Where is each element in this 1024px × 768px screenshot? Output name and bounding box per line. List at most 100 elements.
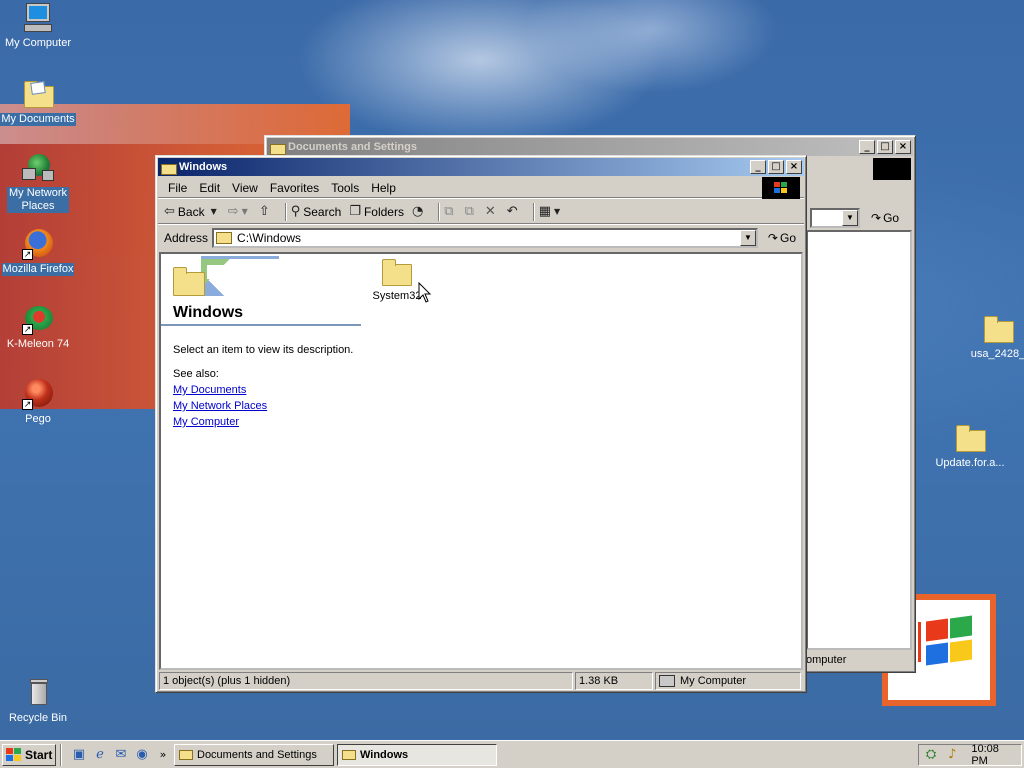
desktop-icon-recycle-bin[interactable]: Recycle Bin — [0, 677, 76, 725]
address-bar: Address C:\Windows ▼ ↷ Go — [158, 226, 804, 250]
address-label: Address — [164, 231, 209, 245]
titlebar[interactable]: Documents and Settings _ □ × — [267, 138, 913, 156]
go-button[interactable]: ↷ Go — [871, 211, 899, 225]
menu-help[interactable]: Help — [365, 181, 402, 195]
desktop-icon-label: usa_2428_ — [970, 348, 1024, 360]
folder-icon — [954, 422, 986, 454]
documents-folder-icon — [22, 78, 54, 110]
delete-button[interactable]: ✕ — [485, 204, 499, 219]
shortcut-arrow-icon: ↗ — [22, 249, 33, 260]
outlook-express-icon[interactable]: ✉ — [113, 747, 129, 763]
maximize-button[interactable]: □ — [877, 140, 893, 154]
titlebar[interactable]: Windows _ □ × — [158, 158, 804, 176]
maximize-button[interactable]: □ — [768, 160, 784, 174]
sidebar-header: Windows — [161, 254, 361, 326]
desktop-icon-label: Mozilla Firefox — [1, 263, 75, 276]
clock[interactable]: 10:08 PM — [971, 743, 1013, 767]
desktop-icon-update-folder[interactable]: Update.for.a... — [932, 422, 1008, 470]
desktop-icon-mozilla-firefox[interactable]: ↗ Mozilla Firefox — [0, 228, 76, 276]
folders-icon: ❐ — [349, 204, 361, 219]
folder-icon — [342, 749, 356, 760]
windows-flag-icon — [873, 158, 911, 180]
status-location: My Computer — [655, 672, 801, 690]
chevron-more-icon[interactable]: » — [155, 747, 171, 763]
start-button[interactable]: Start — [2, 743, 56, 766]
folder-icon — [161, 162, 177, 175]
undo-icon: ↶ — [506, 204, 518, 219]
forward-button[interactable]: ⇨ ▼ — [228, 204, 251, 219]
desktop-icon-my-network-places[interactable]: My Network Places — [0, 152, 76, 213]
computer-icon — [22, 2, 54, 34]
task-windows[interactable]: Windows — [337, 743, 497, 766]
file-view[interactable] — [806, 230, 912, 650]
folder-icon — [380, 256, 414, 286]
internet-explorer-icon[interactable]: ℯ — [92, 747, 108, 763]
link-my-computer[interactable]: My Computer — [173, 416, 363, 428]
window-title: Documents and Settings — [288, 141, 417, 153]
address-input[interactable]: C:\Windows ▼ — [212, 228, 758, 248]
address-input[interactable]: ▼ — [810, 208, 860, 228]
desktop-icon-pego[interactable]: ↗ Pego — [0, 378, 76, 426]
window-title: Windows — [179, 161, 228, 173]
chevron-down-icon[interactable]: ▼ — [242, 207, 248, 216]
folder-icon — [179, 749, 193, 760]
menu-tools[interactable]: Tools — [325, 181, 365, 195]
task-documents-and-settings[interactable]: Documents and Settings — [174, 743, 334, 766]
history-button[interactable]: ◔ — [412, 204, 426, 219]
network-tray-icon[interactable]: ⛭ — [924, 747, 938, 763]
desktop-icon-label: My Network Places — [7, 187, 69, 213]
shortcut-arrow-icon: ↗ — [22, 324, 33, 335]
move-to-button[interactable]: ⧉ — [444, 204, 456, 219]
views-button[interactable]: ▦ ▼ — [539, 204, 563, 219]
chevron-down-icon[interactable]: ▼ — [211, 207, 217, 216]
copy-to-button[interactable]: ⧉ — [465, 204, 477, 219]
menu-bar: File Edit View Favorites Tools Help — [158, 177, 804, 199]
link-my-network-places[interactable]: My Network Places — [173, 400, 363, 412]
shortcut-arrow-icon: ↗ — [22, 399, 33, 410]
minimize-button[interactable]: _ — [859, 140, 875, 154]
go-button[interactable]: ↷ Go — [768, 231, 796, 245]
menu-edit[interactable]: Edit — [193, 181, 226, 195]
taskbar-separator — [60, 743, 62, 766]
window-windows[interactable]: Windows _ □ × File Edit View Favorites T… — [155, 155, 807, 693]
chevron-down-icon[interactable]: ▼ — [554, 207, 560, 216]
close-button[interactable]: × — [895, 140, 911, 154]
system-tray: ⛭ ♪ 10:08 PM — [918, 743, 1022, 767]
file-view[interactable]: Windows Select an item to view its descr… — [159, 252, 803, 670]
up-folder-button[interactable]: ⇧ — [259, 204, 273, 219]
close-button[interactable]: × — [786, 160, 802, 174]
link-my-documents[interactable]: My Documents — [173, 384, 363, 396]
media-icon[interactable]: ◉ — [134, 747, 150, 763]
volume-tray-icon[interactable]: ♪ — [945, 747, 959, 763]
chevron-down-icon[interactable]: ▼ — [842, 210, 858, 226]
minimize-button[interactable]: _ — [750, 160, 766, 174]
folder-icon — [171, 264, 207, 296]
go-arrow-icon: ↷ — [767, 231, 778, 245]
standard-toolbar: ⇦ Back ▼ ⇨ ▼ ⇧ ⚲ Search ❐ Folders ◔ ⧉ ⧉ … — [158, 200, 804, 224]
sidebar-description: Select an item to view its description. — [173, 344, 354, 356]
go-arrow-icon: ↷ — [871, 211, 882, 225]
firefox-icon: ↗ — [22, 228, 54, 260]
history-icon: ◔ — [411, 204, 424, 219]
k-meleon-icon: ↗ — [22, 303, 54, 335]
status-bar: 1 object(s) (plus 1 hidden) 1.38 KB My C… — [159, 672, 803, 692]
up-folder-icon: ⇧ — [258, 204, 270, 219]
desktop-icon-my-documents[interactable]: My Documents — [0, 78, 76, 126]
undo-button[interactable]: ↶ — [507, 204, 521, 219]
windows-flag-icon — [6, 747, 22, 762]
back-arrow-icon: ⇦ — [164, 204, 175, 219]
desktop-icon-k-meleon[interactable]: ↗ K-Meleon 74 — [0, 303, 76, 351]
show-desktop-icon[interactable]: ▣ — [71, 747, 87, 763]
delete-icon: ✕ — [484, 204, 496, 219]
desktop-icon-label: Update.for.a... — [935, 457, 1005, 469]
back-button[interactable]: ⇦ Back ▼ — [164, 204, 220, 219]
menu-favorites[interactable]: Favorites — [264, 181, 325, 195]
desktop-icon-my-computer[interactable]: My Computer — [0, 2, 76, 50]
menu-view[interactable]: View — [226, 181, 264, 195]
desktop-icon-usa-folder[interactable]: usa_2428_ — [958, 313, 1024, 361]
search-button[interactable]: ⚲ Search — [291, 204, 342, 219]
folders-button[interactable]: ❐ Folders — [349, 204, 404, 219]
chevron-down-icon[interactable]: ▼ — [739, 230, 756, 246]
menu-file[interactable]: File — [162, 181, 193, 195]
folder-icon — [982, 313, 1014, 345]
